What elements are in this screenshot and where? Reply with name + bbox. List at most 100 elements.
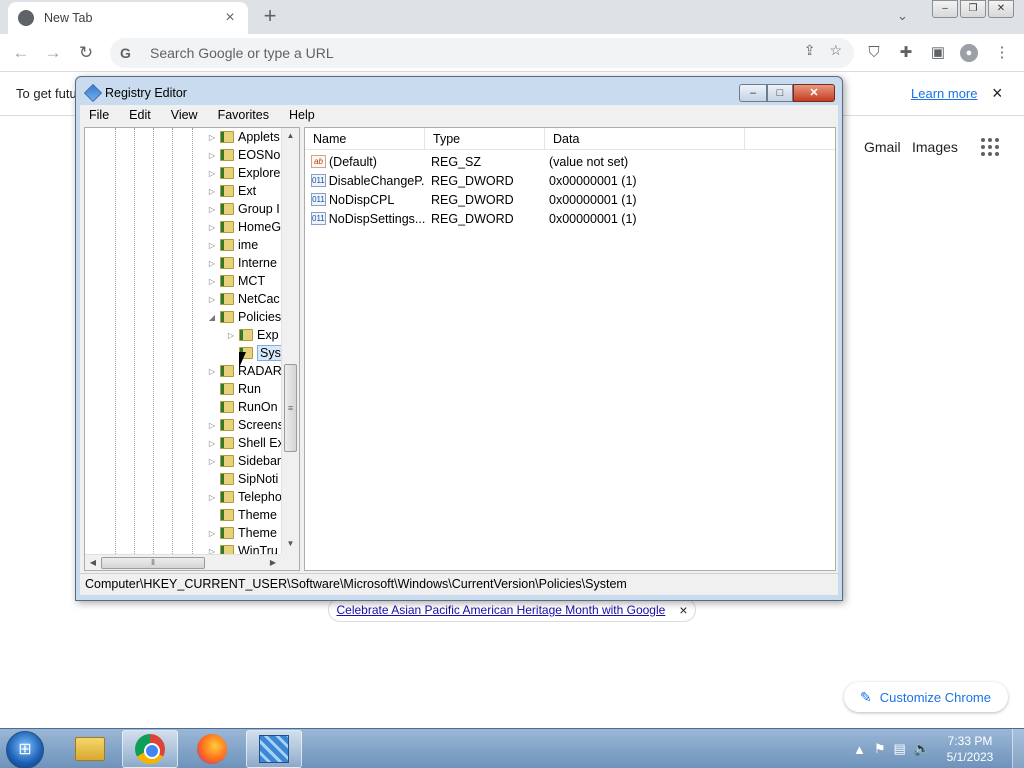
menu-file[interactable]: File (86, 107, 112, 123)
profile-avatar-icon[interactable]: ● (960, 44, 978, 62)
scroll-thumb[interactable]: ≡ (284, 364, 297, 452)
tree-item[interactable]: ▷ Exp (225, 326, 279, 344)
registry-editor-titlebar[interactable]: Registry Editor – □ ✕ (76, 77, 842, 105)
menu-help[interactable]: Help (286, 107, 318, 123)
tree-item[interactable]: ▷ Explore (206, 164, 280, 182)
tray-overflow-chevron-icon[interactable]: ▲ (853, 742, 866, 757)
gmail-link[interactable]: Gmail (864, 139, 901, 155)
chrome-menu-icon[interactable]: ⋮ (993, 44, 1011, 62)
network-icon[interactable]: ▤ (894, 741, 906, 757)
tree-item[interactable]: ▷ Telepho (206, 488, 281, 506)
doodle-promo-link[interactable]: Celebrate Asian Pacific American Heritag… (336, 603, 665, 617)
tree-expander-icon[interactable]: ▷ (206, 205, 218, 214)
close-window-button[interactable]: ✕ (988, 0, 1014, 18)
menu-favorites[interactable]: Favorites (215, 107, 272, 123)
promo-close-icon[interactable]: × (679, 602, 687, 618)
tree-expander-icon[interactable]: ▷ (206, 529, 218, 538)
tree-expander-icon[interactable]: ▷ (206, 241, 218, 250)
tree-item[interactable]: ▷ EOSNo (206, 146, 280, 164)
hscroll-thumb[interactable]: ⦀ (101, 557, 205, 569)
value-row[interactable]: 011 NoDispSettings... REG_DWORD 0x00000001 … (305, 209, 835, 228)
tree-item[interactable]: ▷ ime (206, 236, 258, 254)
tree-expander-icon[interactable]: ▷ (206, 151, 218, 160)
volume-icon[interactable]: 🔈 (914, 741, 930, 757)
tree-item[interactable]: ▷ Sidebar (206, 452, 281, 470)
tree-expander-icon[interactable]: ◢ (206, 313, 218, 322)
tree-item[interactable]: ▷ MCT (206, 272, 265, 290)
tree-item[interactable]: SipNoti (206, 470, 278, 488)
regedit-maximize-button[interactable]: □ (767, 84, 793, 102)
menu-edit[interactable]: Edit (126, 107, 154, 123)
tree-expander-icon[interactable]: ▷ (206, 457, 218, 466)
taskbar-regedit[interactable] (246, 730, 302, 768)
tree-expander-icon[interactable]: ▷ (206, 421, 218, 430)
tree-item[interactable]: ▷ Group I (206, 200, 280, 218)
tree-item[interactable]: ◢ Policies (206, 308, 281, 326)
side-panel-icon[interactable]: ▣ (929, 44, 947, 62)
bookmark-star-icon[interactable]: ☆ (829, 42, 842, 59)
tree-item[interactable]: ▷ Theme (206, 524, 277, 542)
reload-icon[interactable]: ↻ (75, 42, 97, 64)
images-link[interactable]: Images (912, 139, 958, 155)
tree-item[interactable]: RunOn (206, 398, 278, 416)
tree-item[interactable]: ▷ Screens (206, 416, 281, 434)
customize-chrome-button[interactable]: ✎ Customize Chrome (844, 682, 1008, 712)
tab-new-tab[interactable]: New Tab × (8, 2, 248, 34)
tree-horizontal-scrollbar[interactable]: ◀ ⦀ ▶ (85, 554, 281, 570)
value-row[interactable]: ab (Default) REG_SZ (value not set) (305, 152, 835, 171)
tree-expander-icon[interactable]: ▷ (206, 367, 218, 376)
tree-expander-icon[interactable]: ▷ (206, 223, 218, 232)
show-desktop-button[interactable] (1012, 729, 1024, 768)
tree-expander-icon[interactable]: ▷ (206, 439, 218, 448)
scroll-up-arrow-icon[interactable]: ▲ (282, 128, 299, 144)
tree-item[interactable]: ▷ Applets (206, 128, 280, 146)
tree-expander-icon[interactable]: ▷ (206, 277, 218, 286)
tree-expander-icon[interactable]: ▷ (206, 493, 218, 502)
google-apps-icon[interactable] (981, 138, 999, 156)
tree-item[interactable]: ▷ Ext (206, 182, 256, 200)
action-center-flag-icon[interactable]: ⚑ (874, 741, 886, 757)
tab-close-icon[interactable]: × (222, 9, 238, 27)
tree-item[interactable]: ▷ Shell Ex (206, 434, 281, 452)
tree-item[interactable]: ▷ WinTru (206, 542, 278, 554)
extensions-puzzle-icon[interactable]: ✚ (897, 44, 915, 62)
tree-expander-icon[interactable]: ▷ (206, 187, 218, 196)
tree-item[interactable]: ▷ NetCac (206, 290, 280, 308)
scroll-down-arrow-icon[interactable]: ▼ (282, 536, 299, 552)
start-button-icon[interactable]: ⊞ (6, 731, 44, 768)
regedit-close-button[interactable]: ✕ (793, 84, 835, 102)
infobar-close-icon[interactable]: × (992, 83, 1003, 104)
column-header-type[interactable]: Type (425, 128, 545, 150)
tree-item[interactable]: Theme (206, 506, 277, 524)
tree-item[interactable]: ▷ HomeG (206, 218, 281, 236)
value-row[interactable]: 011 NoDispCPL REG_DWORD 0x00000001 (1) (305, 190, 835, 209)
restore-button[interactable]: ❐ (960, 0, 986, 18)
tree-expander-icon[interactable]: ▷ (206, 295, 218, 304)
scroll-right-arrow-icon[interactable]: ▶ (265, 555, 281, 570)
taskbar-explorer[interactable] (62, 730, 118, 768)
regedit-minimize-button[interactable]: – (739, 84, 767, 102)
taskbar-firefox[interactable] (184, 730, 240, 768)
back-arrow-icon[interactable]: ← (10, 42, 32, 64)
tree-expander-icon[interactable]: ▷ (206, 259, 218, 268)
scroll-left-arrow-icon[interactable]: ◀ (85, 555, 101, 570)
tree-item[interactable]: Run (206, 380, 261, 398)
tree-expander-icon[interactable]: ▷ (206, 169, 218, 178)
omnibox[interactable]: G Search Google or type a URL ⇪ ☆ (110, 38, 854, 68)
tree-item[interactable]: Syst (225, 344, 281, 362)
shield-extension-icon[interactable]: ⛉ (865, 44, 883, 62)
tree-expander-icon[interactable]: ▷ (206, 133, 218, 142)
share-icon[interactable]: ⇪ (804, 42, 816, 59)
tree-vertical-scrollbar[interactable]: ▲ ≡ ▼ (281, 128, 299, 554)
taskbar-clock[interactable]: 7:33 PM 5/1/2023 (938, 733, 1002, 765)
minimize-button[interactable]: – (932, 0, 958, 18)
tree-item[interactable]: ▷ Interne (206, 254, 277, 272)
new-tab-button[interactable]: + (260, 4, 280, 28)
value-row[interactable]: 011 DisableChangeP... REG_DWORD 0x00000001 … (305, 171, 835, 190)
taskbar-chrome[interactable] (122, 730, 178, 768)
forward-arrow-icon[interactable]: → (42, 42, 64, 64)
tree-expander-icon[interactable]: ▷ (225, 331, 237, 340)
learn-more-link[interactable]: Learn more (911, 86, 977, 101)
tab-search-icon[interactable]: ⌄ (897, 8, 908, 24)
column-header-name[interactable]: Name (305, 128, 425, 150)
